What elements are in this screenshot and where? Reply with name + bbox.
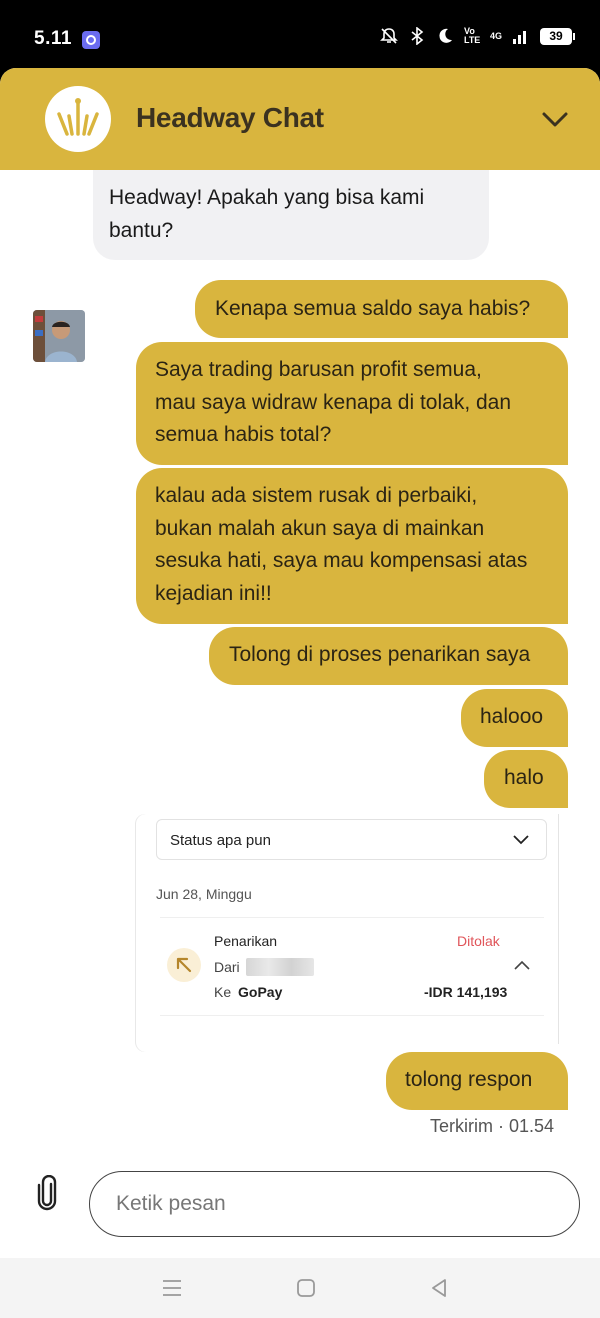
status-time: 5.11 (34, 28, 72, 49)
message-line: semua habis total? (155, 423, 332, 446)
home-icon[interactable] (294, 1276, 318, 1300)
message-line: tolong respon (405, 1068, 533, 1091)
to-label: Ke (214, 984, 232, 1000)
agent-avatar (33, 310, 85, 362)
redacted-account (246, 958, 314, 976)
message-line: Kenapa semua saldo saya habis? (215, 297, 531, 320)
outgoing-message: halo (484, 750, 568, 808)
message-line: mau saya widraw kenapa di tolak, dan (155, 390, 512, 414)
moon-icon (439, 28, 452, 43)
outgoing-message: tolong respon (386, 1052, 568, 1110)
message-line: Saya trading barusan profit semua, (155, 358, 482, 381)
battery-indicator: 39 (540, 27, 575, 45)
transaction-type: Penarikan (214, 933, 278, 949)
transaction-date: Jun 28, Minggu (156, 886, 252, 902)
bluetooth-icon (411, 27, 424, 45)
headway-logo (45, 86, 111, 152)
chevron-down-icon[interactable] (540, 104, 570, 134)
message-line: bukan malah akun saya di mainkan (155, 516, 485, 540)
message-line: bantu? (109, 218, 174, 242)
crown-icon (57, 98, 99, 136)
message-line: sesuka hati, saya mau kompensasi atas (155, 549, 528, 572)
message-line: kalau ada sistem rusak di perbaiki, (155, 484, 478, 507)
delivery-status: Terkirim · 01.54 (429, 1116, 554, 1135)
mute-bell-icon (380, 28, 398, 44)
outgoing-message: Saya trading barusan profit semua, mau s… (136, 342, 568, 465)
outgoing-message: halooo (461, 689, 568, 747)
outgoing-message: Kenapa semua saldo saya habis? (195, 280, 568, 338)
message-input[interactable] (89, 1171, 580, 1237)
message-line: Tolong di proses penarikan saya (229, 643, 531, 666)
divider (160, 1015, 544, 1016)
to-value: GoPay (238, 984, 283, 1000)
outgoing-message: Tolong di proses penarikan saya (209, 627, 568, 685)
signal-icon (513, 31, 526, 44)
chevron-up-icon (514, 960, 530, 970)
volte-label: Vo LTE (463, 26, 481, 45)
transaction-status: Ditolak (457, 933, 500, 949)
image-attachment[interactable]: Status apa pun Jun 28, Minggu Penarikan … (136, 814, 568, 1052)
divider (160, 917, 544, 918)
filter-label: Status apa pun (170, 832, 271, 849)
chat-header: Headway Chat (0, 68, 600, 170)
status-bar: 5.11 Vo LTE 4G 39 (0, 0, 600, 68)
system-nav-bar (0, 1258, 600, 1318)
chat-window: Headway Chat Headway! Apakah yang bisa k… (0, 68, 600, 1258)
transaction-amount: -IDR 141,193 (424, 984, 508, 1000)
paperclip-icon[interactable] (34, 1175, 60, 1211)
chat-title: Headway Chat (136, 102, 324, 133)
message-line: kejadian ini!! (155, 581, 272, 605)
message-line: halooo (480, 705, 544, 728)
message-line: Headway! Apakah yang bisa kami (109, 186, 425, 209)
status-filter: Status apa pun (156, 819, 547, 860)
network-label: 4G (489, 31, 502, 41)
menu-icon[interactable] (160, 1276, 184, 1300)
message-composer (0, 1135, 600, 1258)
from-label: Dari (214, 959, 240, 975)
back-icon[interactable] (427, 1276, 451, 1300)
outgoing-message: kalau ada sistem rusak di perbaiki, buka… (136, 468, 568, 624)
message-list[interactable]: Headway! Apakah yang bisa kami bantu? Ke… (0, 170, 600, 1135)
incoming-message: Headway! Apakah yang bisa kami bantu? (93, 170, 489, 260)
attachment-edge (558, 814, 568, 1044)
status-icons: Vo LTE 4G 39 (380, 26, 575, 45)
withdraw-arrow-icon (167, 948, 201, 982)
chevron-down-icon (513, 835, 529, 845)
message-line: halo (504, 766, 544, 789)
app-notification-icon (82, 31, 100, 49)
